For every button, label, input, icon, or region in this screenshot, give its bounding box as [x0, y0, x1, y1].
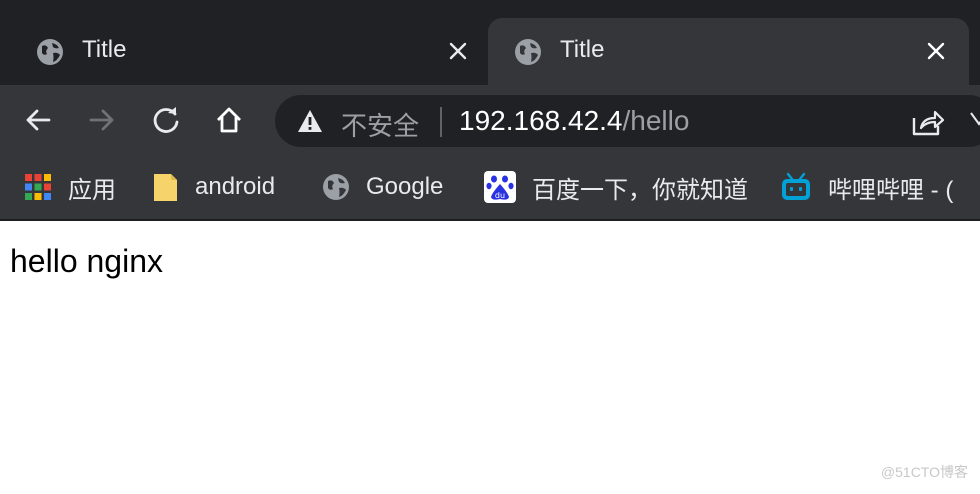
- close-icon[interactable]: [447, 40, 469, 62]
- tab-strip: Title Title: [0, 0, 980, 85]
- url-host: 192.168.42.4: [459, 105, 623, 136]
- close-icon[interactable]: [925, 40, 947, 62]
- watermark: @51CTO博客: [880, 464, 968, 480]
- bookmarks-bar: 应用 android Google du 百度一下，你就知道 哔哩哔哩 - (: [0, 155, 980, 221]
- forward-button[interactable]: [87, 105, 117, 135]
- tab-title: Title: [82, 36, 127, 63]
- bookmark-label: Google: [366, 173, 444, 200]
- globe-icon: [37, 39, 63, 65]
- page-body-text: hello nginx: [10, 243, 163, 279]
- bookmark-label: android: [195, 173, 276, 200]
- home-button[interactable]: [214, 105, 244, 135]
- bookmark-label: 哔哩哔哩 - (: [828, 176, 954, 204]
- address-bar[interactable]: 不安全 192.168.42.4/hello: [275, 95, 980, 147]
- bilibili-icon: [782, 172, 810, 200]
- tab-strip-edge: [969, 30, 980, 75]
- tab-inactive[interactable]: Title: [0, 18, 487, 85]
- bookmark-label: 应用: [68, 176, 116, 204]
- bookmark-android[interactable]: android: [153, 169, 275, 205]
- apps-grid-icon: [25, 174, 51, 200]
- security-label[interactable]: 不安全: [341, 106, 419, 143]
- share-icon[interactable]: [911, 108, 945, 136]
- svg-text:du: du: [495, 191, 505, 200]
- divider: [440, 107, 442, 137]
- bookmark-bilibili[interactable]: 哔哩哔哩 - (: [780, 169, 953, 205]
- warning-icon[interactable]: [297, 109, 323, 133]
- baidu-icon: du: [484, 171, 516, 203]
- bookmark-google[interactable]: Google: [322, 169, 443, 205]
- bookmark-star-icon[interactable]: [969, 110, 980, 130]
- tab-title: Title: [560, 36, 605, 63]
- bookmark-apps[interactable]: 应用: [24, 169, 116, 205]
- bookmark-baidu[interactable]: du 百度一下，你就知道: [484, 169, 748, 205]
- url-path: /hello: [622, 105, 690, 136]
- back-button[interactable]: [23, 105, 53, 135]
- bookmark-label: 百度一下，你就知道: [532, 176, 748, 204]
- url-text[interactable]: 192.168.42.4/hello: [459, 105, 689, 137]
- globe-icon: [323, 174, 349, 200]
- tab-active[interactable]: Title: [488, 18, 969, 85]
- globe-icon: [515, 39, 541, 65]
- reload-button[interactable]: [151, 105, 181, 135]
- toolbar: 不安全 192.168.42.4/hello: [0, 85, 980, 155]
- folder-icon: [154, 174, 177, 201]
